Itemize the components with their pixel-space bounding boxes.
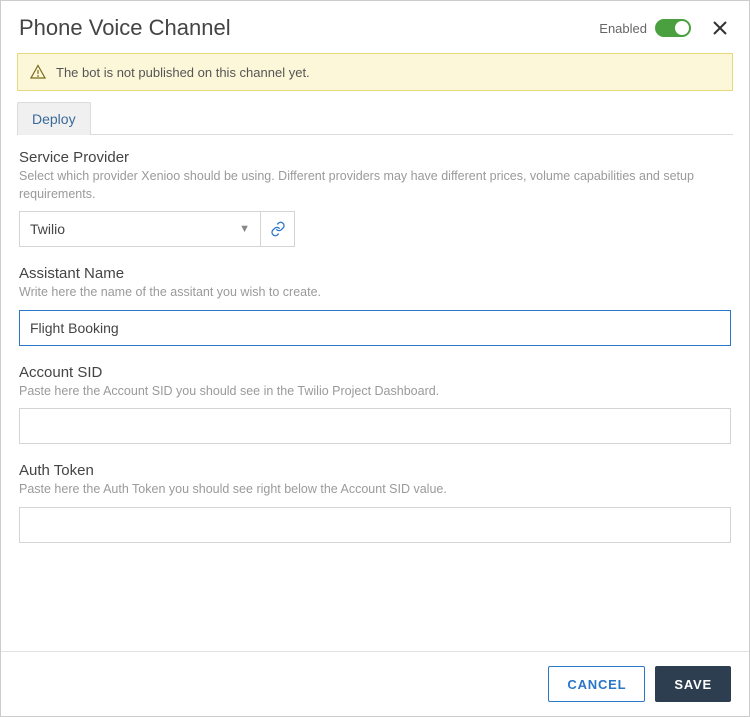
chevron-down-icon: ▼: [239, 223, 250, 235]
service-provider-desc: Select which provider Xenioo should be u…: [19, 168, 731, 203]
enabled-toggle-wrap: Enabled: [599, 19, 691, 37]
enabled-toggle[interactable]: [655, 19, 691, 37]
field-auth-token: Auth Token Paste here the Auth Token you…: [19, 462, 731, 543]
toggle-knob: [675, 21, 689, 35]
tab-deploy[interactable]: Deploy: [17, 102, 91, 135]
modal-phone-voice-channel: Phone Voice Channel Enabled The bot is n…: [0, 0, 750, 717]
service-provider-link-button[interactable]: [261, 211, 295, 247]
modal-body: Service Provider Select which provider X…: [1, 135, 749, 651]
assistant-name-label: Assistant Name: [19, 265, 731, 282]
assistant-name-desc: Write here the name of the assitant you …: [19, 284, 731, 302]
field-account-sid: Account SID Paste here the Account SID y…: [19, 364, 731, 445]
field-assistant-name: Assistant Name Write here the name of th…: [19, 265, 731, 346]
auth-token-desc: Paste here the Auth Token you should see…: [19, 481, 731, 499]
warning-icon: [30, 64, 46, 80]
service-provider-row: Twilio ▼: [19, 211, 731, 247]
auth-token-input[interactable]: [19, 507, 731, 543]
cancel-button[interactable]: CANCEL: [548, 666, 645, 702]
close-icon: [712, 20, 728, 36]
auth-token-label: Auth Token: [19, 462, 731, 479]
account-sid-input[interactable]: [19, 408, 731, 444]
assistant-name-input[interactable]: [19, 310, 731, 346]
link-icon: [270, 221, 286, 237]
not-published-banner: The bot is not published on this channel…: [17, 53, 733, 91]
service-provider-select[interactable]: Twilio ▼: [19, 211, 261, 247]
modal-header: Phone Voice Channel Enabled: [1, 1, 749, 53]
banner-message: The bot is not published on this channel…: [56, 65, 310, 80]
header-right: Enabled: [599, 17, 731, 39]
close-button[interactable]: [709, 17, 731, 39]
modal-title: Phone Voice Channel: [19, 15, 231, 41]
account-sid-label: Account SID: [19, 364, 731, 381]
service-provider-label: Service Provider: [19, 149, 731, 166]
modal-footer: CANCEL SAVE: [1, 651, 749, 716]
field-service-provider: Service Provider Select which provider X…: [19, 149, 731, 247]
service-provider-selected: Twilio: [30, 221, 65, 237]
account-sid-desc: Paste here the Account SID you should se…: [19, 383, 731, 401]
tab-bar: Deploy: [17, 101, 733, 135]
enabled-label: Enabled: [599, 21, 647, 36]
save-button[interactable]: SAVE: [655, 666, 731, 702]
